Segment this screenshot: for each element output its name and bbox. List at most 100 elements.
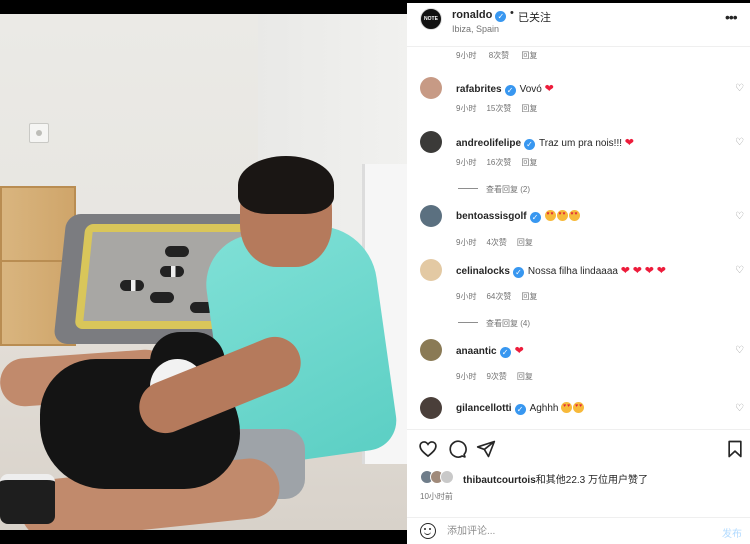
comment-input[interactable] <box>447 523 687 539</box>
emoji-icon[interactable] <box>420 523 436 539</box>
post-location[interactable]: Ibiza, Spain <box>452 24 499 34</box>
commenter-avatar[interactable] <box>420 205 442 227</box>
commenter-avatar[interactable] <box>420 77 442 99</box>
photo-puppy <box>165 246 189 257</box>
liked-by-avatars[interactable] <box>420 470 460 486</box>
comment-body: Nossa filha lindaaaa ❤ ❤ ❤ ❤ <box>527 265 666 277</box>
comment-likes[interactable]: 15次赞 <box>486 104 511 113</box>
reply-button[interactable]: 回复 <box>521 51 537 60</box>
photo-outlet <box>29 123 49 143</box>
post-actions: thibautcourtois和其他22.3 万位用户赞了 10小时前 <box>407 429 750 519</box>
author-username[interactable]: ronaldo ✓ <box>452 9 507 22</box>
comment-likes[interactable]: 9次赞 <box>486 372 506 381</box>
verified-badge-icon: ✓ <box>524 139 536 150</box>
verified-badge-icon: ✓ <box>504 85 516 96</box>
comment-meta: 9小时 64次赞 回复 <box>456 291 547 302</box>
heart-eyes-emoji-icon <box>561 402 573 413</box>
heart-eyes-emoji-icon <box>544 210 556 221</box>
post-header: NOTE ronaldo ✓ • 已关注 Ibiza, Spain ••• <box>407 3 750 47</box>
comment-body-text: Vovó <box>519 84 542 95</box>
likes-count-text[interactable]: 和其他22.3 万位用户赞了 <box>536 475 648 486</box>
red-heart-emoji-icon: ❤ <box>656 265 666 277</box>
comment-meta: 9小时 8次赞 回复 <box>456 50 547 61</box>
commenter-username[interactable]: andreolifelipe <box>456 138 521 149</box>
comment-meta: 9小时 4次赞 回复 <box>456 237 543 248</box>
commenter-username[interactable]: rafabrites <box>456 84 502 95</box>
comment-like-heart-icon[interactable]: ♡ <box>735 137 744 148</box>
comment-composer: 发布 <box>407 517 750 544</box>
comment-text: andreolifelipe ✓ Traz um pra nois!!! ❤ <box>456 136 634 150</box>
comment-time: 9小时 <box>456 372 477 381</box>
commenter-avatar[interactable] <box>420 131 442 153</box>
heart-eyes-emoji-icon <box>556 210 568 221</box>
photo-man-hair <box>238 156 334 214</box>
comment-like-heart-icon[interactable]: ♡ <box>735 265 744 276</box>
comment-like-heart-icon[interactable]: ♡ <box>735 83 744 94</box>
comment-body <box>544 210 581 222</box>
share-icon[interactable] <box>476 439 496 459</box>
comment-body: Aghhh <box>530 402 586 414</box>
comment-time: 9小时 <box>456 158 477 167</box>
verified-badge-icon: ✓ <box>512 267 524 278</box>
author-avatar[interactable]: NOTE <box>420 8 442 30</box>
commenter-username[interactable]: anaantic <box>456 346 497 357</box>
comment-meta: 9小时 15次赞 回复 <box>456 103 547 114</box>
post-photo <box>0 0 407 544</box>
comment-like-heart-icon[interactable]: ♡ <box>735 403 744 414</box>
comment-like-heart-icon[interactable]: ♡ <box>735 345 744 356</box>
commenter-avatar[interactable] <box>420 259 442 281</box>
post-timestamp[interactable]: 10小时前 <box>420 491 453 502</box>
photo-puppy <box>120 280 144 291</box>
verified-badge-icon: ✓ <box>495 11 507 22</box>
likes-summary[interactable]: thibautcourtois和其他22.3 万位用户赞了 <box>463 471 648 486</box>
commenter-username[interactable]: celinalocks <box>456 266 510 277</box>
commenter-avatar[interactable] <box>420 397 442 419</box>
post-side-panel: NOTE ronaldo ✓ • 已关注 Ibiza, Spain ••• 9小时… <box>407 0 750 544</box>
comment-icon[interactable] <box>447 439 467 459</box>
comment-text: celinalocks ✓ Nossa filha lindaaaa ❤ ❤ ❤ ❤ <box>456 264 666 278</box>
more-options-icon[interactable]: ••• <box>725 9 738 25</box>
heart-icon[interactable] <box>418 439 438 459</box>
comment-text: anaantic ✓ ❤ <box>456 344 524 358</box>
reply-button[interactable]: 回复 <box>521 104 537 113</box>
red-heart-emoji-icon: ❤ <box>544 83 554 95</box>
author-username-text[interactable]: ronaldo <box>452 9 492 21</box>
reply-button[interactable]: 回复 <box>517 372 533 381</box>
commenter-username[interactable]: bentoassisgolf <box>456 211 527 222</box>
photo-puppy <box>150 292 174 303</box>
bookmark-icon[interactable] <box>725 439 745 459</box>
comment-likes[interactable]: 64次赞 <box>486 292 511 301</box>
comment-time: 9小时 <box>456 104 477 113</box>
photo-scene <box>0 14 407 530</box>
commenter-avatar[interactable] <box>420 339 442 361</box>
view-replies-button[interactable]: 查看回复 (2) <box>458 184 530 195</box>
comment-meta: 9小时 9次赞 回复 <box>456 371 543 382</box>
comment-time: 9小时 <box>456 51 477 60</box>
comment-likes[interactable]: 4次赞 <box>486 238 506 247</box>
verified-badge-icon: ✓ <box>514 404 526 415</box>
comment-like-heart-icon[interactable]: ♡ <box>735 211 744 222</box>
comment-likes[interactable]: 8次赞 <box>489 51 509 60</box>
follow-status-button[interactable]: 已关注 <box>518 9 551 25</box>
comment-body: Traz um pra nois!!! ❤ <box>539 137 634 149</box>
red-heart-emoji-icon: ❤ <box>514 345 524 357</box>
author-avatar-text: NOTE <box>424 16 438 22</box>
post-comment-button[interactable]: 发布 <box>722 525 742 540</box>
comment-body-text: Nossa filha lindaaaa <box>527 266 618 277</box>
photo-shoe <box>0 474 55 524</box>
verified-badge-icon: ✓ <box>499 347 511 358</box>
comments-list[interactable]: 9小时 8次赞 回复 rafabrites ✓ Vovó ❤ ♡ 9小时 15次赞 回复 an… <box>407 47 750 429</box>
comment-item: anaantic ✓ ❤ ♡ <box>407 339 750 369</box>
reply-button[interactable]: 回复 <box>521 158 537 167</box>
reply-button[interactable]: 回复 <box>521 292 537 301</box>
commenter-username[interactable]: gilancellotti <box>456 403 512 414</box>
liked-by-avatar <box>440 470 454 484</box>
comment-likes[interactable]: 16次赞 <box>486 158 511 167</box>
view-replies-button[interactable]: 查看回复 (4) <box>458 318 530 329</box>
comment-text: rafabrites ✓ Vovó ❤ <box>456 82 554 96</box>
reply-button[interactable]: 回复 <box>517 238 533 247</box>
likes-prefix-user[interactable]: thibautcourtois <box>463 475 536 486</box>
heart-eyes-emoji-icon <box>568 210 580 221</box>
comment-item: bentoassisgolf✓ ♡ <box>407 205 750 235</box>
comment-text: gilancellotti ✓ Aghhh <box>456 402 585 415</box>
